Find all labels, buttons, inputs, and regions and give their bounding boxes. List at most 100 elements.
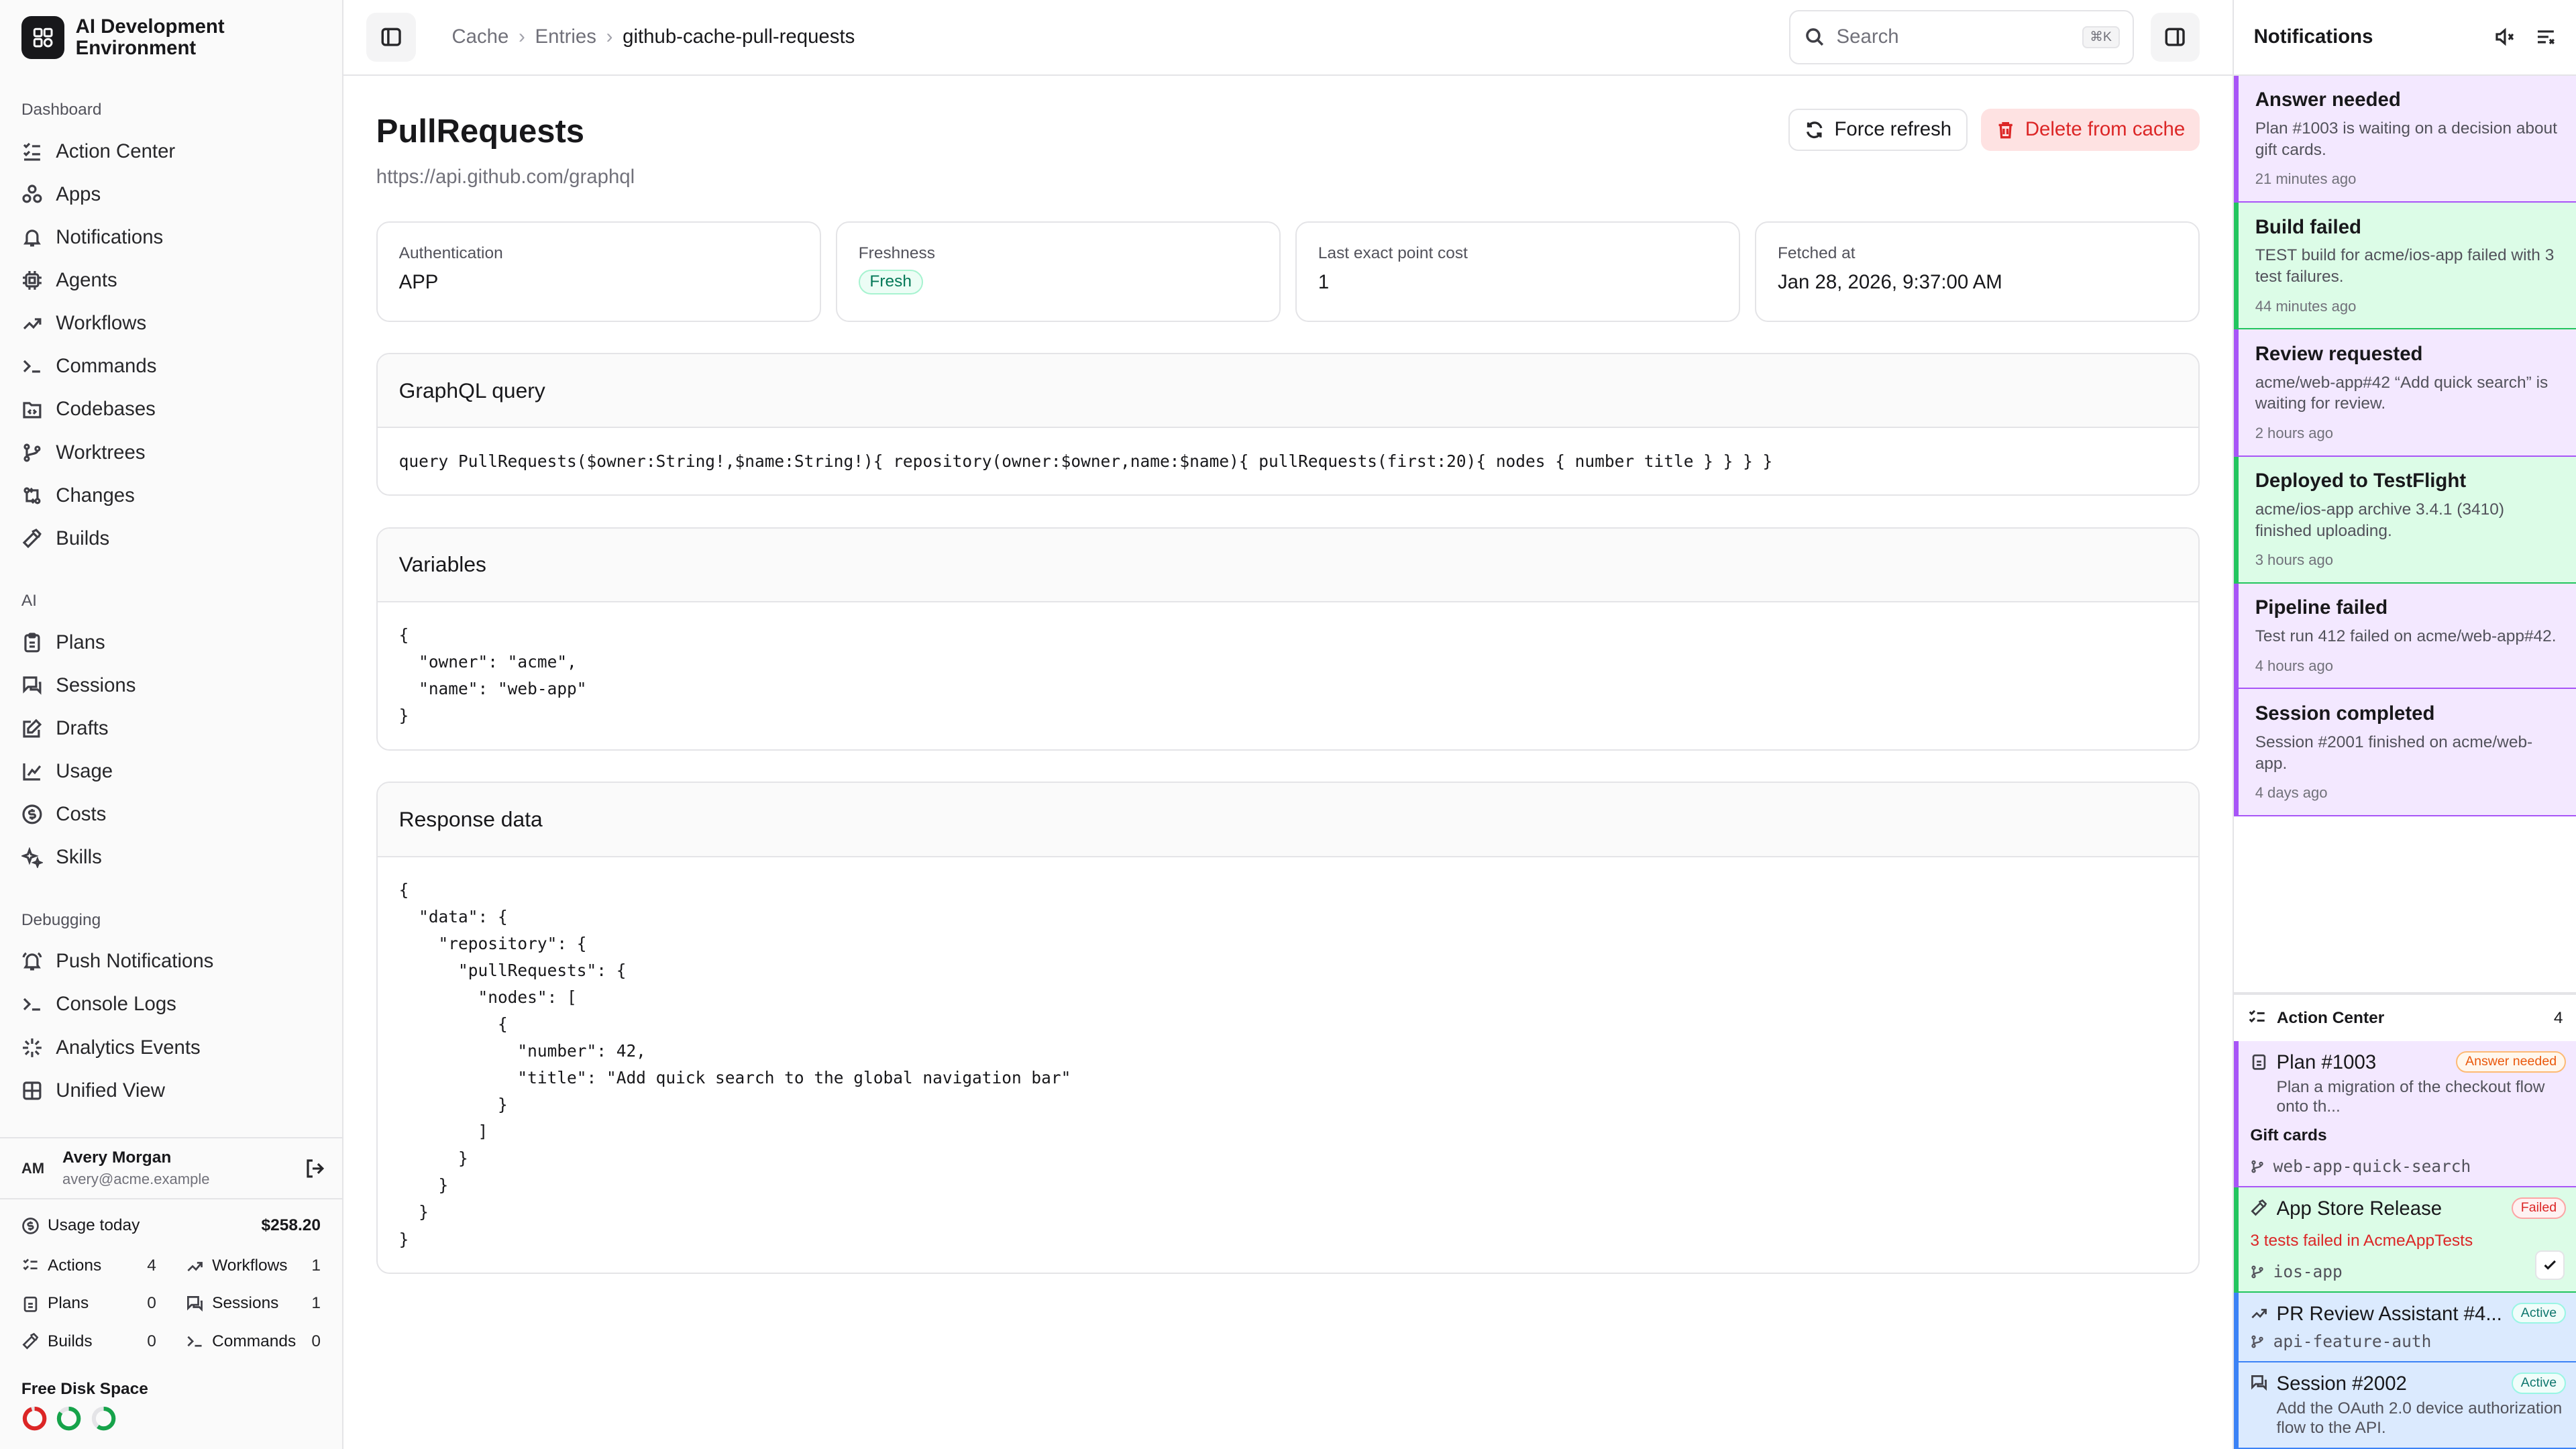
sidebar-item-label: Push Notifications: [56, 950, 214, 973]
stat-label: Sessions: [212, 1294, 279, 1313]
sidebar-item-codebases[interactable]: Codebases: [0, 388, 342, 431]
panel-title: Response data: [377, 783, 2199, 857]
logout-icon[interactable]: [305, 1158, 326, 1179]
endpoint-url: https://api.github.com/graphql: [376, 166, 635, 189]
notification-time: 4 days ago: [2255, 784, 2328, 802]
notification-title: Session completed: [2255, 702, 2435, 724]
hammer-icon: [22, 1333, 39, 1350]
toggle-sidebar-button[interactable]: [366, 12, 416, 62]
meta-label: Fetched at: [1777, 244, 1856, 263]
action-item-pr-review[interactable]: PR Review Assistant #4... Active api-fea…: [2234, 1292, 2576, 1362]
sidebar-item-console-logs[interactable]: Console Logs: [0, 983, 342, 1026]
stat-builds[interactable]: Builds 0: [21, 1322, 156, 1360]
sidebar-item-label: Codebases: [56, 398, 156, 421]
apps-icon: [22, 184, 42, 203]
search-icon: [1805, 28, 1823, 46]
branch-name: api-feature-auth: [2273, 1332, 2432, 1352]
hammer-icon: [22, 529, 42, 549]
sidebar-item-agents[interactable]: Agents: [0, 259, 342, 302]
stat-value: 4: [147, 1256, 156, 1275]
delete-from-cache-button[interactable]: Delete from cache: [1980, 108, 2200, 152]
force-refresh-button[interactable]: Force refresh: [1788, 108, 1968, 152]
clipboard-icon: [23, 1296, 38, 1312]
stat-plans[interactable]: Plans 0: [21, 1285, 156, 1322]
status-badge: Failed: [2511, 1197, 2567, 1219]
notification-time: 2 hours ago: [2255, 425, 2334, 441]
sidebar-item-workflows[interactable]: Workflows: [0, 302, 342, 345]
disk-space: Free Disk Space: [0, 1367, 342, 1449]
action-item-error: 3 tests failed in AcmeAppTests: [2250, 1231, 2473, 1250]
terminal-icon: [187, 1336, 202, 1347]
sidebar-item-changes[interactable]: Changes: [0, 474, 342, 517]
notification-body: acme/web-app#42 “Add quick search” is wa…: [2255, 373, 2548, 413]
sidebar-item-commands[interactable]: Commands: [0, 345, 342, 388]
response-data-panel: Response data { "data": { "repository": …: [376, 782, 2200, 1274]
action-center-title: Action Center: [2276, 1008, 2385, 1027]
sidebar-item-label: Plans: [56, 631, 105, 653]
sidebar-item-builds[interactable]: Builds: [0, 517, 342, 560]
sidebar-item-plans[interactable]: Plans: [0, 621, 342, 664]
notification-item[interactable]: Review requested acme/web-app#42 “Add qui…: [2234, 329, 2576, 457]
sidebar: AI Development Environment Dashboard Act…: [0, 0, 343, 1449]
action-item-session[interactable]: Session #2002 Active Add the OAuth 2.0 d…: [2234, 1362, 2576, 1449]
trash-icon: [1998, 121, 2012, 139]
notification-item[interactable]: Pipeline failed Test run 412 failed on ac…: [2234, 583, 2576, 690]
sidebar-item-drafts[interactable]: Drafts: [0, 707, 342, 750]
sidebar-item-label: Console Logs: [56, 993, 176, 1016]
disk-usage-arc: [22, 1406, 47, 1431]
brand[interactable]: AI Development Environment: [0, 0, 342, 76]
clear-all-icon[interactable]: [2535, 26, 2557, 48]
sidebar-item-usage[interactable]: Usage: [0, 750, 342, 793]
meta-label: Last exact point cost: [1318, 244, 1468, 263]
stat-actions[interactable]: Actions 4: [21, 1247, 156, 1285]
avatar: AM: [21, 1159, 45, 1177]
disk-usage-ring: [22, 1406, 47, 1431]
notifications-title: Notifications: [2253, 25, 2373, 48]
toggle-notifications-panel-button[interactable]: [2150, 12, 2200, 62]
acknowledge-button[interactable]: [2534, 1250, 2565, 1280]
sparkles-icon: [21, 847, 43, 869]
notification-item[interactable]: Deployed to TestFlight acme/ios-app archi…: [2234, 456, 2576, 584]
notification-time: 21 minutes ago: [2255, 170, 2357, 188]
variables-panel: Variables { "owner": "acme", "name": "we…: [376, 527, 2200, 751]
user-name: Avery Morgan: [62, 1148, 172, 1167]
mute-icon[interactable]: [2494, 26, 2516, 48]
sidebar-item-apps[interactable]: Apps: [0, 173, 342, 216]
response-data-code: { "data": { "repository": { "pullRequest…: [398, 879, 1071, 1249]
clipboard-icon: [24, 633, 40, 653]
sidebar-item-unified-view[interactable]: Unified View: [0, 1069, 342, 1112]
sidebar-item-notifications[interactable]: Notifications: [0, 216, 342, 259]
breadcrumb-entries[interactable]: Entries: [535, 25, 596, 48]
breadcrumb-cache[interactable]: Cache: [451, 25, 508, 48]
sidebar-item-label: Action Center: [56, 140, 176, 162]
notification-item[interactable]: Build failed TEST build for acme/ios-app …: [2234, 202, 2576, 330]
app-name: AI Development Environment: [75, 15, 225, 60]
notification-item[interactable]: Answer needed Plan #1003 is waiting on a …: [2234, 75, 2576, 203]
action-item-plan[interactable]: Plan #1003 Answer needed Plan a migratio…: [2234, 1041, 2576, 1188]
stat-sessions[interactable]: Sessions 1: [186, 1285, 321, 1322]
sidebar-item-sessions[interactable]: Sessions: [0, 664, 342, 707]
usage-today-amount: $258.20: [261, 1216, 321, 1235]
nav-group-ai: AI: [21, 592, 37, 610]
search-input[interactable]: Search ⌘K: [1789, 9, 2135, 64]
notification-item[interactable]: Session completed Session #2001 finished …: [2234, 689, 2576, 816]
notification-title: Deployed to TestFlight: [2255, 470, 2467, 492]
dollar-circle-icon: [22, 1217, 39, 1234]
git-compare-icon: [23, 487, 41, 504]
stat-commands[interactable]: Commands 0: [186, 1322, 321, 1360]
action-center-count: 4: [2553, 1008, 2563, 1027]
sidebar-item-worktrees[interactable]: Worktrees: [0, 431, 342, 474]
action-item-app-store-release[interactable]: App Store Release Failed 3 tests failed …: [2234, 1187, 2576, 1293]
sidebar-item-skills[interactable]: Skills: [0, 836, 342, 879]
user-profile[interactable]: AM Avery Morgan avery@acme.example: [0, 1137, 342, 1198]
sidebar-item-analytics-events[interactable]: Analytics Events: [0, 1026, 342, 1069]
sidebar-item-label: Usage: [56, 760, 113, 783]
action-center-header[interactable]: Action Center 4: [2234, 994, 2576, 1041]
delete-label: Delete from cache: [2025, 118, 2186, 141]
sidebar-item-action-center[interactable]: Action Center: [0, 129, 342, 172]
sidebar-item-push-notifications[interactable]: Push Notifications: [0, 940, 342, 983]
stat-workflows[interactable]: Workflows 1: [186, 1247, 321, 1285]
notifications-panel: Notifications Answer needed Plan #1003 is…: [2233, 0, 2576, 1449]
sidebar-item-costs[interactable]: Costs: [0, 793, 342, 836]
sidebar-item-label: Notifications: [56, 225, 164, 248]
